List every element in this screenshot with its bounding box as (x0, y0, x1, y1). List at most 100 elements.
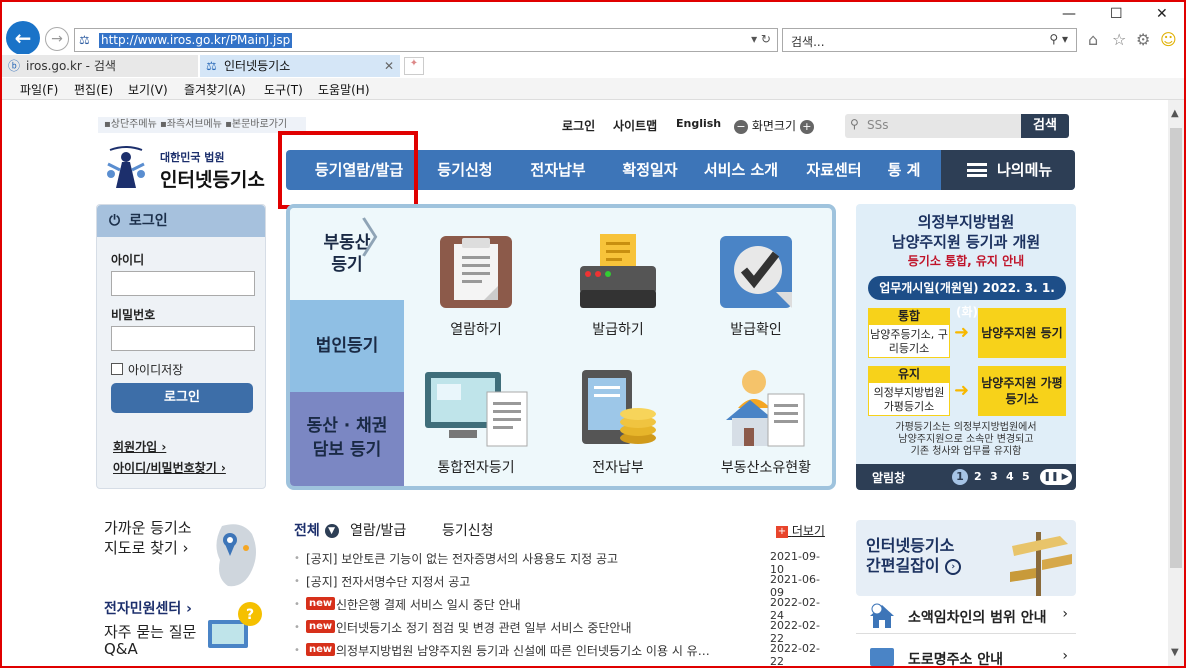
tile-view[interactable]: 열람하기 (412, 230, 540, 339)
banner-page-5[interactable]: 5 (1022, 470, 1030, 483)
close-tab-icon[interactable]: ✕ (384, 55, 394, 77)
road-address-link[interactable]: 도로명주소 안내 › (856, 640, 1076, 666)
svg-text:?: ? (246, 607, 254, 623)
english-link[interactable]: English (676, 117, 721, 130)
refresh-icon[interactable]: ▾ ↻ (751, 32, 771, 46)
search-icon[interactable]: ⚲ ▾ (1049, 32, 1068, 46)
sitemap-link[interactable]: 사이트맵 (613, 117, 657, 134)
notice-title: 인터넷등기소 정기 점검 및 변경 관련 일부 서비스 중단안내 (336, 621, 632, 635)
site-search-input[interactable]: ⚲ SSs (845, 114, 1021, 138)
banner-page-3[interactable]: 3 (990, 470, 998, 483)
notice-tab-all[interactable]: 전체 ▼ (294, 520, 339, 540)
house-owner-icon (726, 370, 805, 447)
address-bar[interactable]: ⚖ http://www.iros.go.kr/PMainJ.jsp ▾ ↻ (74, 28, 778, 52)
signpost-icon (1010, 532, 1072, 596)
nav-item-application[interactable]: 등기신청 (426, 150, 504, 190)
menu-favorites[interactable]: 즐겨찾기(A) (184, 81, 246, 98)
banner-control-bar: 알림창 1 2 3 4 5 ❚❚ ▶ (856, 464, 1076, 490)
small-tenant-link[interactable]: 소액임차인의 범위 안내 › (856, 598, 1076, 634)
keep-to: 남양주지원 가평등기소 (978, 366, 1066, 416)
find-account-link[interactable]: 아이디/비밀번호찾기 › (113, 459, 226, 476)
zoom-control: − 화면크기 + (734, 117, 814, 134)
easy-guide-banner[interactable]: 인터넷등기소 간편길잡이 › (856, 520, 1076, 596)
new-tab-button[interactable]: ✦ (404, 57, 424, 75)
tile-issue[interactable]: 발급하기 (554, 230, 682, 339)
notice-banner[interactable]: 의정부지방법원 남양주지원 등기과 개원 등기소 통합, 유지 안내 업무개시일… (856, 204, 1076, 490)
search-icon: ⚲ (850, 117, 859, 131)
nav-item-service-intro[interactable]: 서비스 소개 (696, 150, 786, 190)
question-computer-icon: ? (208, 602, 262, 648)
forward-button[interactable]: → (45, 27, 69, 51)
maximize-button[interactable]: ☐ (1110, 6, 1123, 22)
banner-page-1[interactable]: 1 (952, 469, 968, 485)
go-arrow-icon: › (945, 558, 962, 575)
tab-real-estate[interactable]: 부동산 등기 〉 (290, 208, 404, 298)
favorites-star-icon[interactable]: ☆ (1112, 30, 1126, 49)
smiley-feedback-icon[interactable]: ☺ (1160, 30, 1177, 49)
nav-item-data-center[interactable]: 자료센터 (796, 150, 872, 190)
join-link[interactable]: 회원가입 › (113, 438, 166, 455)
vertical-scrollbar[interactable]: ▲ ▼ (1168, 100, 1184, 666)
notice-tab-application[interactable]: 등기신청 (442, 520, 494, 540)
tab-movable-assets[interactable]: 동산 · 채권 담보 등기 (290, 392, 404, 486)
scroll-down-icon[interactable]: ▼ (1171, 647, 1179, 658)
faq-line1: 자주 묻는 질문 (104, 623, 197, 641)
notice-row[interactable]: • [공지] 보안토큰 기능이 없는 전자증명서의 사용용도 지정 공고 202… (294, 549, 824, 576)
id-input[interactable] (111, 271, 255, 296)
menu-edit[interactable]: 편집(E) (74, 81, 113, 98)
save-id-checkbox[interactable] (111, 363, 123, 375)
menu-tools[interactable]: 도구(T) (264, 81, 303, 98)
notice-tab-inquiry[interactable]: 열람/발급 (350, 520, 406, 540)
e-civil-center-link[interactable]: 전자민원센터 › (104, 598, 192, 618)
home-icon[interactable]: ⌂ (1088, 30, 1098, 49)
site-search-button[interactable]: 검색 (1021, 114, 1069, 138)
court-emblem-icon (107, 146, 145, 188)
browser-tab-iros[interactable]: ⚖ 인터넷등기소 ✕ (200, 55, 400, 77)
tile-e-registration[interactable]: 통합전자등기 (412, 368, 540, 477)
banner-title: 의정부지방법원 남양주지원 등기과 개원 (856, 212, 1076, 252)
tile-verify[interactable]: 발급확인 (692, 230, 820, 339)
browser-search-box[interactable]: 검색... ⚲ ▾ (782, 28, 1077, 52)
my-menu-button[interactable]: 나의메뉴 (941, 150, 1075, 190)
pause-play-icon[interactable]: ❚❚ ▶ (1040, 469, 1072, 485)
more-link[interactable]: + 더보기 (776, 522, 825, 539)
tile-issue-label: 발급하기 (592, 322, 644, 338)
banner-page-2[interactable]: 2 (974, 470, 982, 483)
menu-help[interactable]: 도움말(H) (318, 81, 370, 98)
notice-row[interactable]: • new 인터넷등기소 정기 점검 및 변경 관련 일부 서비스 중단안내 2… (294, 618, 824, 645)
banner-title-line2: 남양주지원 등기과 개원 (891, 233, 1041, 251)
zoom-in-icon[interactable]: + (799, 119, 814, 134)
banner-page-4[interactable]: 4 (1006, 470, 1014, 483)
notice-row[interactable]: • new 신한은행 결제 서비스 일시 중단 안내 2022-02-24 (294, 595, 824, 622)
minimize-button[interactable]: — (1062, 6, 1076, 22)
close-window-button[interactable]: ✕ (1156, 6, 1168, 22)
house-won-icon (870, 603, 894, 628)
login-link[interactable]: 로그인 (562, 117, 595, 134)
tab-corporate[interactable]: 법인등기 (290, 300, 404, 392)
nearby-office-link[interactable]: 가까운 등기소 지도로 찾기 › (104, 518, 192, 558)
login-button[interactable]: 로그인 (111, 383, 253, 413)
menu-file[interactable]: 파일(F) (20, 81, 58, 98)
scroll-up-icon[interactable]: ▲ (1171, 108, 1179, 119)
browser-tab-search[interactable]: ⓑ iros.go.kr - 검색 (2, 55, 198, 77)
nav-item-e-payment[interactable]: 전자납부 (518, 150, 598, 190)
zoom-out-icon[interactable]: − (734, 119, 748, 134)
address-url[interactable]: http://www.iros.go.kr/PMainJ.jsp (99, 33, 293, 48)
notice-row[interactable]: • [공지] 전자서명수단 지정서 공고 2021-06-09 (294, 572, 824, 599)
notice-row[interactable]: • new 의정부지방법원 남양주지원 등기과 신설에 따른 인터넷등기소 이용… (294, 641, 824, 666)
site-logo[interactable]: 대한민국 법원 인터넷등기소 (102, 140, 272, 196)
menu-view[interactable]: 보기(V) (128, 81, 168, 98)
guide-title: 인터넷등기소 간편길잡이 › (866, 536, 962, 576)
tile-e-payment[interactable]: 전자납부 (554, 368, 682, 477)
tab-movable-line2: 담보 등기 (312, 440, 382, 460)
settings-gear-icon[interactable]: ⚙ (1136, 30, 1150, 49)
back-button[interactable]: ← (6, 21, 40, 55)
scroll-thumb[interactable] (1170, 128, 1182, 568)
password-input[interactable] (111, 326, 255, 351)
bing-icon: ⓑ (8, 59, 21, 73)
nav-item-statistics[interactable]: 통 계 (878, 150, 930, 190)
nav-item-fixed-date[interactable]: 확정일자 (608, 150, 692, 190)
tile-ownership[interactable]: 부동산소유현황 (702, 368, 830, 477)
faq-link[interactable]: 자주 묻는 질문 Q&A (104, 624, 196, 658)
skip-links[interactable]: ▪상단주메뉴 ▪좌측서브메뉴 ▪본문바로가기 (98, 117, 306, 133)
